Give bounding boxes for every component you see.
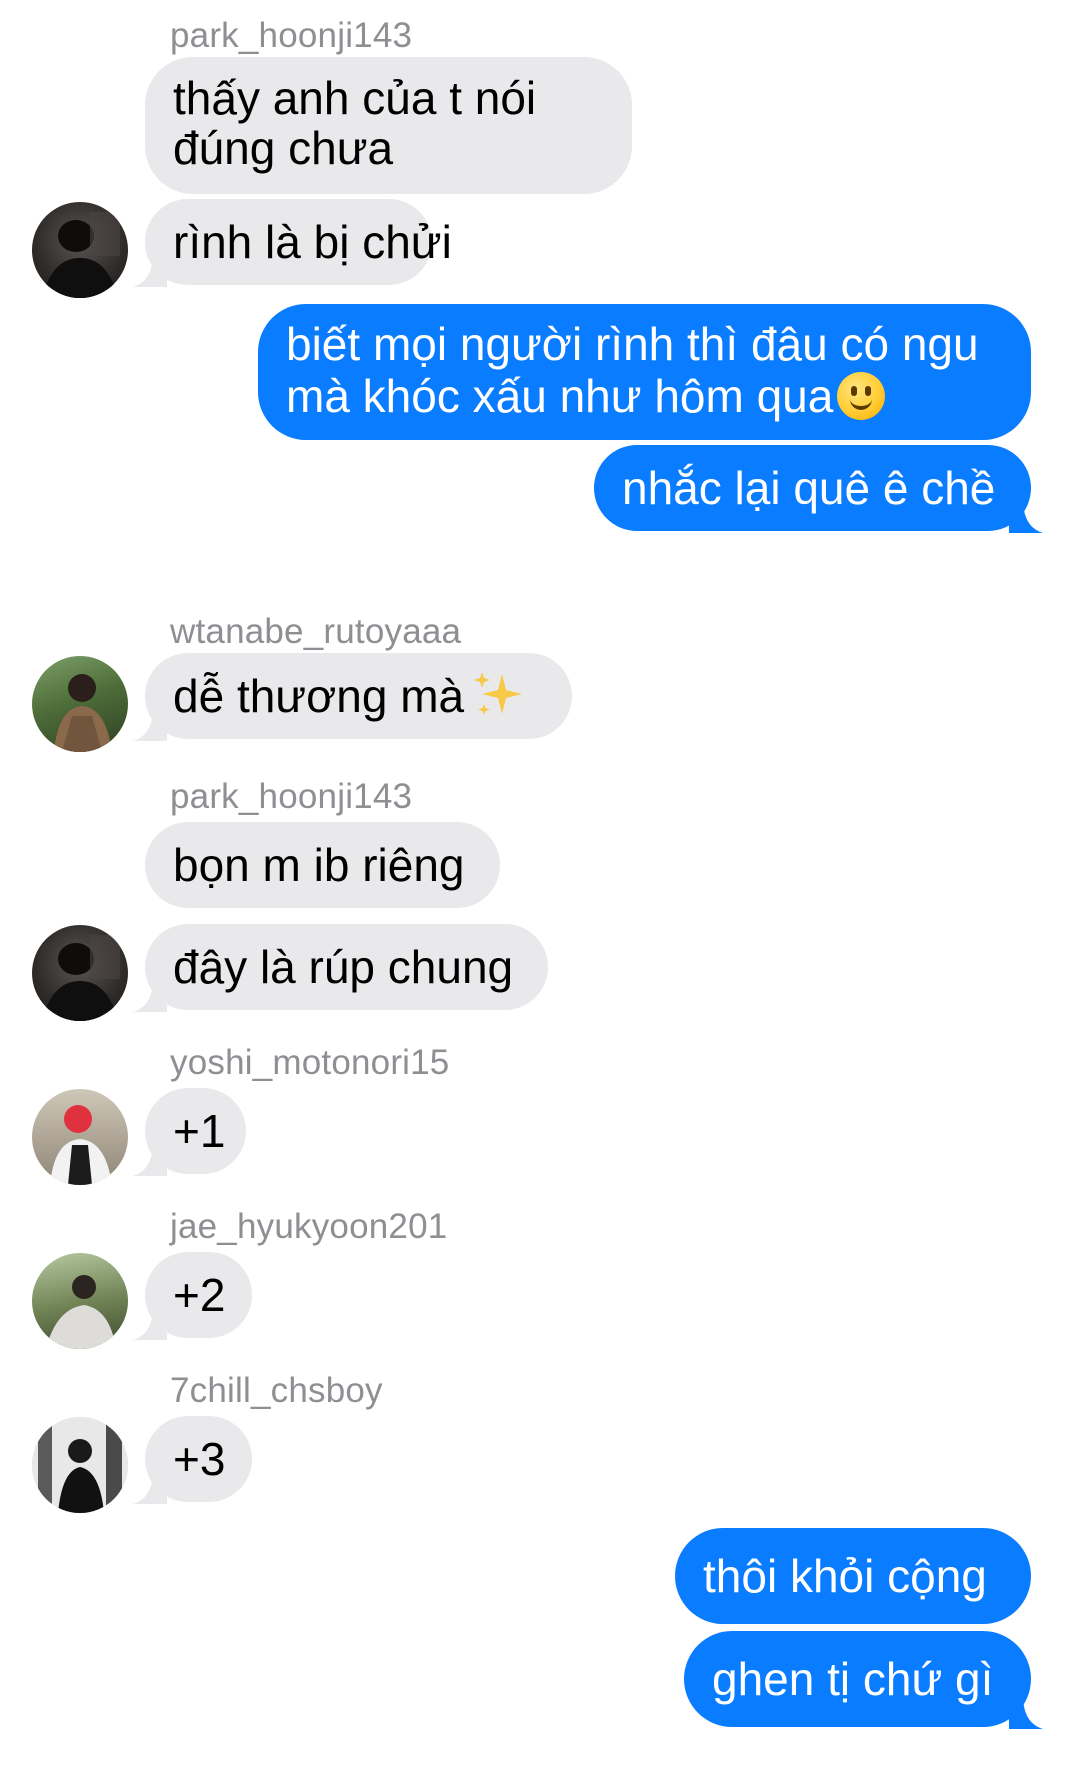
message-text: thôi khỏi cộng [703,1550,987,1602]
message-text: +1 [173,1105,226,1157]
message-bubble[interactable]: ghen tị chứ gì [684,1631,1043,1729]
bubble-tail [1009,1695,1043,1729]
sender-name: park_hoonji143 [170,777,413,816]
message-text: ghen tị chứ gì [712,1653,994,1705]
message-bubble[interactable]: +2 [133,1252,252,1340]
sender-name: yoshi_motonori15 [170,1043,450,1082]
bubble-tail [1009,499,1043,533]
message-text: +2 [173,1269,226,1321]
bubble-tail [133,1470,167,1504]
sender-name: park_hoonji143 [170,16,413,55]
bubble-tail [133,253,167,287]
message-text: đây là rúp chung [173,941,514,993]
avatar[interactable] [32,202,128,298]
message-bubble[interactable]: +3 [133,1416,252,1504]
bubble-tail [133,1306,167,1340]
avatar[interactable] [32,1253,128,1349]
message-bubble[interactable]: đây là rúp chung [133,924,548,1012]
message-text: rình là bị chửi [173,216,452,268]
sender-name: jae_hyukyoon201 [170,1207,448,1246]
message-bubble[interactable]: thôi khỏi cộng [675,1528,1031,1624]
bubble-tail [133,707,167,741]
message-bubble[interactable]: biết mọi người rình thì đâu có ngu mà kh… [258,304,1031,440]
message-text: thấy anh của t nói đúng chưa [173,72,537,174]
sender-name: wtanabe_rutoyaaa [170,612,462,651]
sparkles-icon [474,672,523,715]
avatar[interactable] [32,1089,128,1185]
avatar[interactable] [32,656,128,752]
avatar[interactable] [32,925,128,1021]
message-bubble[interactable]: dễ thương mà [133,653,572,741]
message-bubble[interactable]: rình là bị chửi [133,199,452,287]
message-bubble[interactable]: bọn m ib riêng [145,822,500,908]
slightly-smiling-face-icon [837,372,886,420]
message-text: +3 [173,1433,226,1485]
message-text: dễ thương mà [173,670,465,722]
bubble-tail [133,1142,167,1176]
message-bubble[interactable]: nhắc lại quê ê chề [594,445,1043,533]
bubble-tail [133,978,167,1012]
message-text: bọn m ib riêng [173,839,465,891]
sender-name: 7chill_chsboy [170,1371,383,1410]
avatar[interactable] [32,1417,128,1513]
message-bubble[interactable]: thấy anh của t nói đúng chưa [145,57,632,194]
message-bubble[interactable]: +1 [133,1088,246,1176]
message-text: nhắc lại quê ê chề [622,462,996,514]
